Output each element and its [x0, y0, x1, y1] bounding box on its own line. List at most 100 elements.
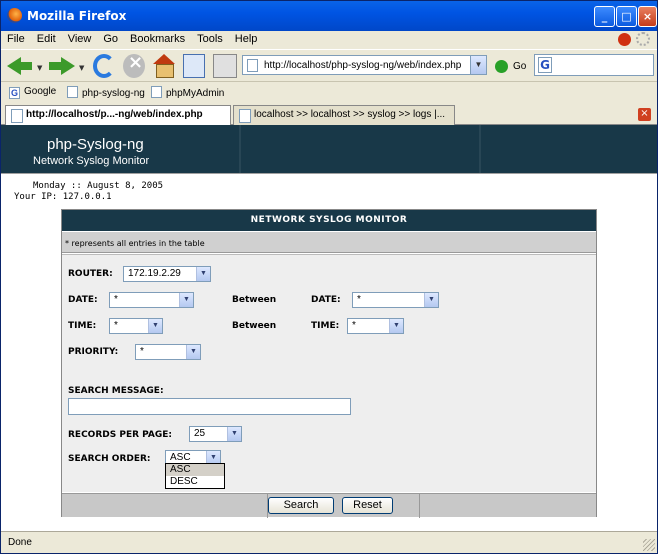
search-bar[interactable]: G: [534, 54, 654, 76]
bookmark-label: phpMyAdmin: [166, 88, 225, 99]
back-icon[interactable]: [7, 54, 33, 78]
status-text: Done: [8, 537, 32, 548]
menu-edit[interactable]: Edit: [31, 31, 62, 45]
tab-label: localhost >> localhost >> syslog >> logs…: [254, 109, 446, 120]
menu-bar: File Edit View Go Bookmarks Tools Help: [1, 31, 657, 49]
panel-title: NETWORK SYSLOG MONITOR: [62, 210, 596, 231]
time-select[interactable]: * ▼: [109, 318, 163, 334]
stop-icon[interactable]: [123, 52, 145, 78]
footer-cell: [62, 494, 268, 518]
status-bar: Done: [1, 531, 657, 553]
date-label: DATE:: [68, 295, 98, 305]
navigation-toolbar: ▼ ▼ http://localhost/php-syslog-ng/web/i…: [1, 49, 657, 81]
form-footer: Search Reset: [62, 493, 596, 518]
date-select[interactable]: * ▼: [109, 292, 194, 308]
home-icon[interactable]: [153, 54, 175, 78]
chevron-down-icon[interactable]: ▼: [186, 345, 200, 359]
search-message-label: SEARCH MESSAGE:: [68, 386, 164, 396]
priority-select[interactable]: * ▼: [135, 344, 201, 360]
records-per-page-select[interactable]: 25 ▼: [189, 426, 242, 442]
priority-value: *: [140, 346, 144, 357]
date-line: Monday :: August 8, 2005: [33, 181, 164, 191]
reload-icon[interactable]: [93, 54, 115, 78]
bookmarks-toolbar: G Google php-syslog-ng phpMyAdmin: [1, 81, 657, 103]
router-select[interactable]: 172.19.2.29 ▼: [123, 266, 211, 282]
chevron-down-icon[interactable]: ▼: [196, 267, 210, 281]
throbber-icon: [636, 32, 650, 46]
site-title: php-Syslog-ng: [47, 136, 144, 153]
time-label: TIME:: [68, 321, 97, 331]
go-button[interactable]: Go: [513, 61, 526, 72]
window-title: Mozilla Firefox: [27, 9, 127, 23]
bookmark-label: php-syslog-ng: [82, 88, 145, 99]
browser-window: Mozilla Firefox _ □ × File Edit View Go Book…: [0, 0, 658, 554]
date-value: *: [114, 294, 118, 305]
ip-line: Your IP: 127.0.0.1: [14, 192, 112, 202]
tab-index[interactable]: http://localhost/p...-ng/web/index.php: [5, 105, 231, 126]
menu-file[interactable]: File: [1, 31, 31, 45]
tab-phpmyadmin[interactable]: localhost >> localhost >> syslog >> logs…: [233, 105, 455, 125]
records-value: 25: [194, 428, 206, 439]
forward-icon[interactable]: [49, 54, 75, 78]
router-label: ROUTER:: [68, 269, 113, 279]
time2-value: *: [352, 320, 356, 331]
bookmark-google[interactable]: G Google: [9, 86, 56, 99]
order-value: ASC: [170, 452, 191, 463]
minimize-button[interactable]: _: [594, 6, 615, 27]
page-icon: [151, 86, 162, 98]
site-subtitle: Network Syslog Monitor: [33, 155, 150, 167]
date2-value: *: [357, 294, 361, 305]
maximize-button[interactable]: □: [616, 6, 637, 27]
bookmark-phpmyadmin[interactable]: phpMyAdmin: [151, 86, 224, 99]
tab-label: http://localhost/p...-ng/web/index.php: [26, 109, 203, 120]
menu-help[interactable]: Help: [229, 31, 264, 45]
chevron-down-icon[interactable]: ▼: [148, 319, 162, 333]
chevron-down-icon[interactable]: ▼: [389, 319, 403, 333]
title-bar: Mozilla Firefox _ □ ×: [1, 1, 657, 31]
bookmark-icon[interactable]: [213, 54, 237, 78]
bookmark-php-syslog-ng[interactable]: php-syslog-ng: [67, 86, 145, 99]
tab-bar: http://localhost/p...-ng/web/index.php l…: [1, 103, 657, 126]
date2-label: DATE:: [311, 295, 341, 305]
resize-grip-icon[interactable]: [643, 539, 655, 551]
menu-go[interactable]: Go: [97, 31, 124, 45]
google-search-icon[interactable]: G: [538, 57, 552, 73]
search-message-input[interactable]: [68, 398, 351, 415]
option-desc[interactable]: DESC: [166, 476, 224, 488]
router-value: 172.19.2.29: [128, 268, 181, 279]
new-tab-icon[interactable]: [183, 54, 205, 78]
go-icon[interactable]: [495, 60, 508, 73]
chevron-down-icon[interactable]: ▼: [227, 427, 241, 441]
priority-label: PRIORITY:: [68, 347, 119, 357]
reset-button[interactable]: Reset: [342, 497, 393, 514]
firefox-logo-icon: [7, 8, 22, 23]
chevron-down-icon[interactable]: ▼: [179, 293, 193, 307]
time2-select[interactable]: * ▼: [347, 318, 404, 334]
url-dropdown-icon[interactable]: ▼: [470, 56, 486, 74]
chevron-down-icon[interactable]: ▼: [424, 293, 438, 307]
close-tab-icon[interactable]: ×: [638, 108, 651, 121]
menu-view[interactable]: View: [62, 31, 98, 45]
panel-note: * represents all entries in the table: [62, 232, 596, 253]
url-bar[interactable]: http://localhost/php-syslog-ng/web/index…: [242, 55, 487, 75]
page-content: php-Syslog-ng Network Syslog Monitor Mon…: [1, 125, 657, 531]
page-icon: [67, 86, 78, 98]
search-order-label: SEARCH ORDER:: [68, 454, 151, 464]
option-asc[interactable]: ASC: [166, 464, 224, 476]
page-icon: [247, 59, 258, 72]
menu-tools[interactable]: Tools: [191, 31, 229, 45]
between-label: Between: [232, 295, 277, 305]
search-form: ROUTER: 172.19.2.29 ▼ DATE: * ▼ Between DA…: [62, 254, 596, 492]
search-order-dropdown: ASC DESC: [165, 463, 225, 489]
close-window-button[interactable]: ×: [638, 6, 657, 27]
menu-bookmarks[interactable]: Bookmarks: [124, 31, 191, 45]
url-text[interactable]: http://localhost/php-syslog-ng/web/index…: [264, 60, 461, 71]
update-alert-icon[interactable]: [618, 33, 631, 46]
forward-dropdown-icon[interactable]: ▼: [79, 64, 84, 72]
records-per-page-label: RECORDS PER PAGE:: [68, 430, 173, 440]
between-label: Between: [232, 321, 277, 331]
back-dropdown-icon[interactable]: ▼: [37, 64, 42, 72]
monitor-panel: NETWORK SYSLOG MONITOR * represents all …: [61, 209, 597, 518]
search-button[interactable]: Search: [268, 497, 334, 514]
date2-select[interactable]: * ▼: [352, 292, 439, 308]
